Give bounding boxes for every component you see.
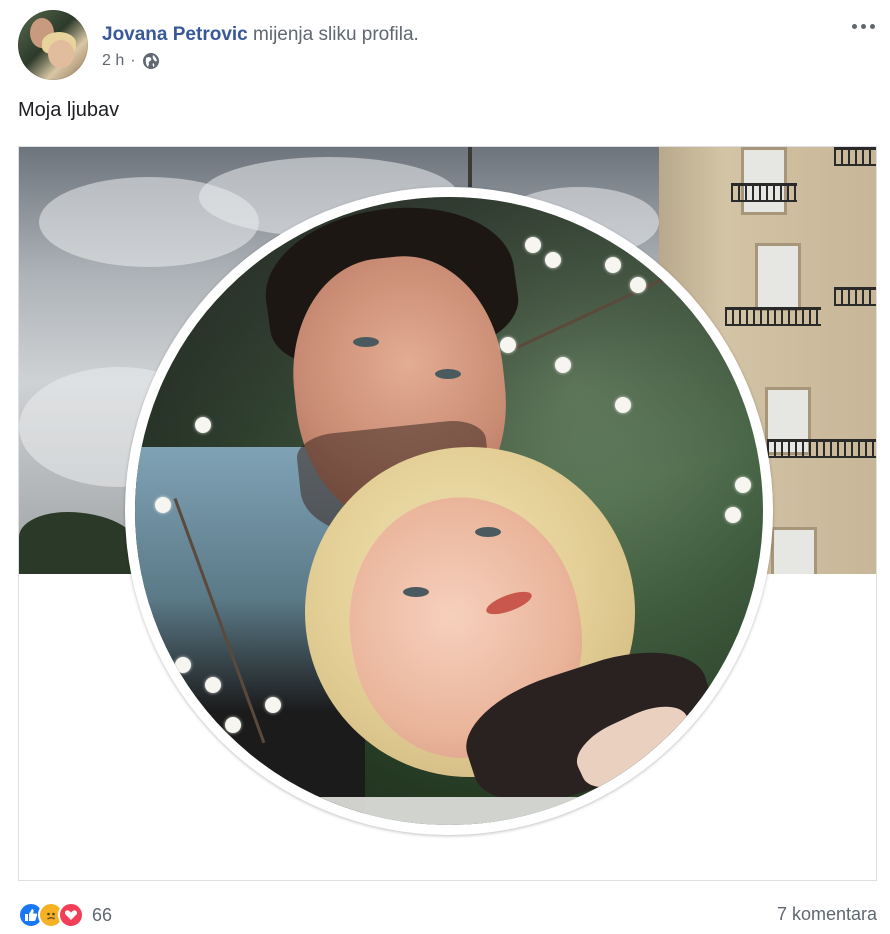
meta-separator: · (130, 52, 136, 69)
post-timestamp[interactable]: 2 h (102, 52, 124, 70)
photo-caption-strip (255, 797, 635, 825)
trees (19, 512, 139, 574)
more-options-icon (851, 23, 857, 29)
post-headline: Jovana Petrovic mijenja sliku profila. (102, 24, 419, 46)
spire (468, 147, 472, 187)
more-options-button[interactable] (846, 16, 880, 36)
love-icon (58, 902, 84, 928)
post-text: Moja ljubav (18, 99, 120, 121)
post-header: Jovana Petrovic mijenja sliku profila. 2… (18, 10, 880, 80)
reactions-summary[interactable]: 66 (18, 902, 112, 928)
profile-picture (135, 197, 763, 825)
profile-picture-frame[interactable] (125, 187, 773, 835)
comments-count-link[interactable]: 7 komentara (777, 904, 877, 925)
author-name-link[interactable]: Jovana Petrovic (102, 24, 248, 45)
post-media[interactable] (18, 146, 877, 881)
post-meta: 2 h · (102, 52, 160, 70)
author-avatar[interactable] (18, 10, 88, 80)
post-action-text: mijenja sliku profila. (253, 24, 419, 45)
post-footer: 66 7 komentara (18, 898, 877, 934)
reaction-count: 66 (92, 904, 113, 925)
globe-icon[interactable] (142, 52, 160, 70)
